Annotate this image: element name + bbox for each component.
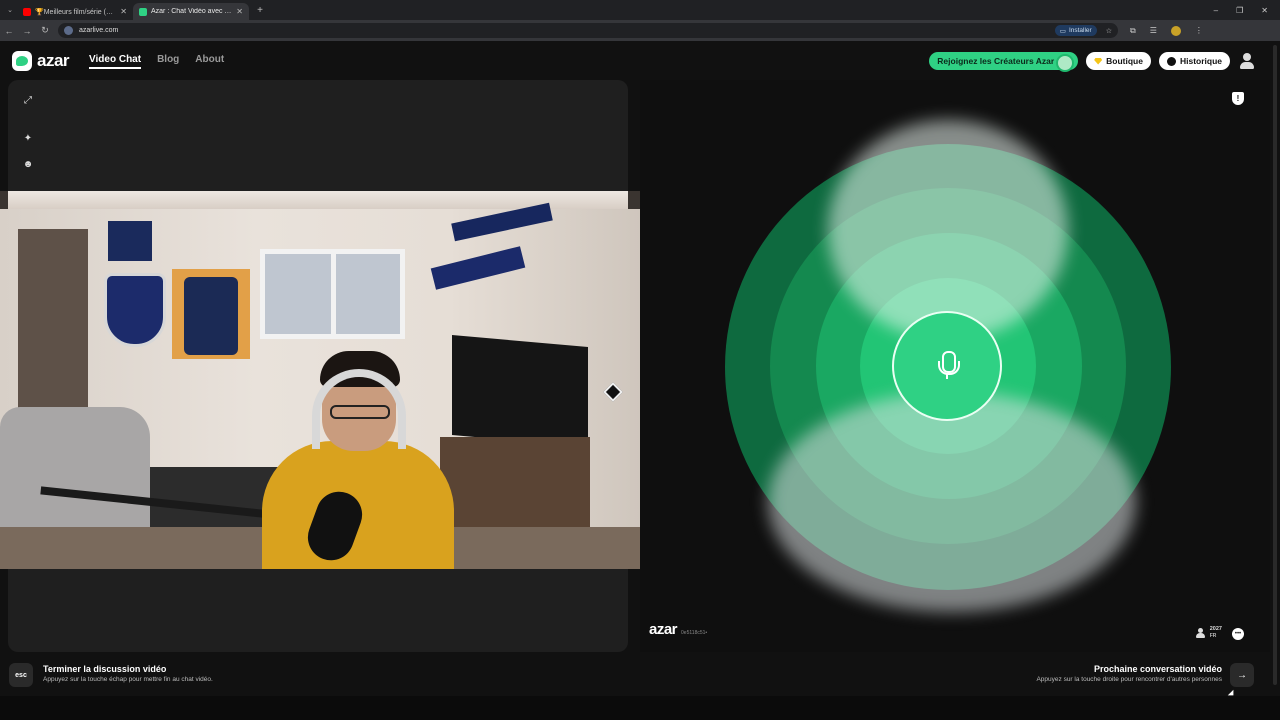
install-app-button[interactable]: ▭ Installer	[1054, 25, 1097, 36]
glow-top	[828, 120, 1068, 340]
youtube-favicon-icon	[23, 7, 31, 16]
azar-favicon-icon	[139, 7, 147, 16]
new-tab-button[interactable]: +	[253, 5, 267, 16]
address-bar[interactable]: azarlive.com ▭ Installer ☆	[58, 23, 1118, 38]
next-chat-arrow-button[interactable]: →	[1230, 663, 1254, 687]
nav-video-chat[interactable]: Video Chat	[89, 54, 142, 69]
microphone-indicator	[892, 311, 1002, 421]
tab-search-icon[interactable]: ⌄	[3, 3, 17, 17]
azar-logo[interactable]: azar	[12, 51, 70, 71]
shop-label: Boutique	[1106, 56, 1143, 66]
window-controls: – ❐ ✕	[1214, 6, 1280, 15]
expand-icon[interactable]: ⤢	[20, 92, 36, 108]
browser-tab-azar[interactable]: Azar : Chat Vidéo avec de ... ✕	[133, 3, 249, 20]
self-webcam-feed	[0, 191, 640, 569]
page-scrollbar[interactable]	[1270, 41, 1280, 696]
browser-tabbar: ⌄ 🏆Meilleurs film/série (extrait ... ✕ A…	[0, 0, 1280, 20]
clock-icon	[1166, 56, 1176, 66]
end-chat-esc-button[interactable]: esc	[9, 663, 33, 687]
shop-button[interactable]: Boutique	[1086, 52, 1151, 70]
forward-arrow-icon[interactable]: →	[18, 26, 36, 36]
tab-title: Azar : Chat Vidéo avec de ...	[151, 8, 233, 15]
back-arrow-icon[interactable]: ←	[0, 26, 18, 36]
reading-list-icon[interactable]: ☰	[1150, 26, 1157, 35]
install-monitor-icon: ▭	[1059, 27, 1066, 35]
site-header: azar Video Chat Blog About Rejoignez les…	[0, 41, 1270, 81]
online-region: FR	[1209, 633, 1217, 639]
os-taskbar	[0, 696, 1280, 720]
end-chat-hint: Appuyez sur la touche échap pour mettre …	[43, 676, 213, 683]
restore-button[interactable]: ❐	[1236, 6, 1243, 15]
webcam-room	[0, 202, 640, 569]
azar-logo-icon	[12, 51, 32, 71]
user-account-icon[interactable]	[1238, 52, 1256, 70]
browser-menu-icon[interactable]: ⋮	[1195, 26, 1203, 35]
next-chat-hint: Appuyez sur la touche droite pour rencon…	[1036, 676, 1222, 683]
browser-tab-youtube[interactable]: 🏆Meilleurs film/série (extrait ... ✕	[17, 3, 133, 20]
logo-text: azar	[37, 51, 70, 70]
gem-icon	[1094, 57, 1103, 65]
tab-title: 🏆Meilleurs film/série (extrait ...	[35, 8, 116, 16]
minimize-button[interactable]: –	[1214, 6, 1218, 15]
join-creators-label: Rejoignez les Créateurs Azar	[937, 56, 1055, 66]
history-label: Historique	[1179, 56, 1222, 66]
bookmark-star-icon[interactable]: ☆	[1106, 27, 1112, 35]
install-label: Installer	[1068, 27, 1092, 34]
main-nav: Video Chat Blog About	[89, 54, 224, 69]
extensions-puzzle-icon[interactable]: ⧉	[1130, 26, 1136, 36]
chat-bubble-icon[interactable]: •••	[1232, 628, 1244, 640]
effects-sparkle-icon[interactable]: ✦	[20, 130, 36, 146]
streamer-logo-icon	[603, 382, 623, 402]
next-chat-title: Prochaine conversation vidéo	[1093, 664, 1222, 674]
tab-close-icon[interactable]: ✕	[120, 7, 127, 16]
nav-about[interactable]: About	[195, 54, 224, 69]
microphone-icon	[937, 351, 960, 381]
partner-video-panel: ! azar 0e5118c51• 2027 FR •••	[640, 80, 1270, 652]
glow-bottom	[768, 392, 1136, 612]
reload-icon[interactable]: ↻	[36, 25, 54, 36]
browser-toolbar: ← → ↻ azarlive.com ▭ Installer ☆ ⧉ ☰ ⋮	[0, 20, 1280, 41]
close-window-button[interactable]: ✕	[1261, 6, 1268, 15]
keyboard-hints-bar: esc Terminer la discussion vidéo Appuyez…	[0, 654, 1270, 696]
azar-watermark: azar 0e5118c51•	[649, 621, 707, 638]
url-text: azarlive.com	[79, 27, 119, 34]
end-chat-title: Terminer la discussion vidéo	[43, 664, 167, 674]
person-icon	[1195, 628, 1205, 638]
site-info-icon[interactable]	[64, 26, 73, 35]
watermark-logo: azar	[649, 621, 678, 638]
history-button[interactable]: Historique	[1158, 52, 1230, 70]
online-count-value: 2027	[1209, 626, 1222, 632]
report-shield-icon[interactable]: !	[1232, 92, 1244, 105]
face-filter-icon[interactable]: ☻	[20, 156, 36, 172]
online-users-count: 2027 FR	[1195, 626, 1222, 640]
profile-avatar[interactable]	[1170, 25, 1181, 36]
nav-blog[interactable]: Blog	[157, 54, 179, 69]
tab-close-icon[interactable]: ✕	[236, 7, 243, 16]
watermark-id: 0e5118c51•	[681, 630, 708, 636]
join-creators-button[interactable]: Rejoignez les Créateurs Azar	[929, 52, 1079, 72]
